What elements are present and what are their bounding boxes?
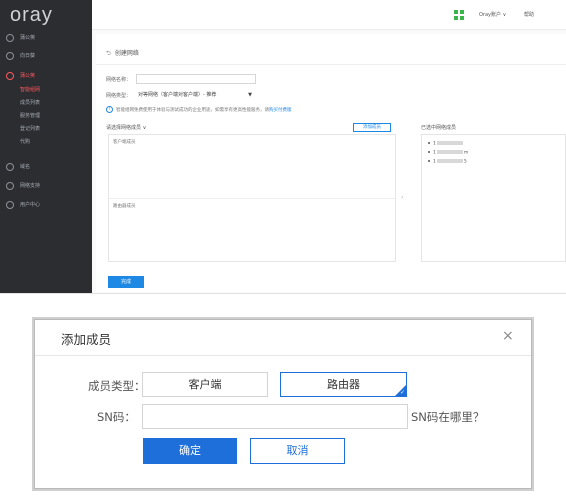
transfer-arrow-icon[interactable]: ›	[401, 194, 403, 201]
back-arrow-icon: ⮌	[106, 50, 111, 57]
redacted-text	[436, 159, 463, 163]
item-suffix: 5	[463, 159, 467, 165]
add-member-button[interactable]: 添加成员	[353, 123, 391, 132]
support-icon	[6, 182, 14, 190]
gear-icon	[6, 34, 14, 42]
sidebar-item-user-center[interactable]: 用户中心	[0, 197, 92, 213]
sidebar-item-pgy[interactable]: 蒲公英	[0, 30, 92, 46]
item-prefix: 1	[433, 150, 436, 156]
sidebar-item-label: 蒲公英	[20, 35, 36, 41]
page-title: 创建网络	[114, 50, 139, 57]
redacted-text	[436, 141, 463, 145]
check-icon: ✓	[399, 389, 405, 396]
item-prefix: 1	[433, 159, 436, 165]
sidebar-subitem-purchase[interactable]: 代购	[0, 136, 92, 148]
member-type-label: 成员类型：	[88, 379, 146, 393]
top-bar: Oray账户 ∨ 帮助	[92, 0, 566, 30]
sidebar-subitem-register[interactable]: 登记列表	[0, 123, 92, 135]
redacted-text	[436, 150, 463, 154]
sidebar-item-label: 网络支持	[20, 183, 41, 189]
settings-icon	[6, 52, 14, 60]
oray-logo[interactable]: oray	[10, 4, 53, 27]
divider	[109, 198, 395, 199]
sidebar-item-label: 用户中心	[20, 202, 41, 208]
create-network-panel: ⮌ 创建网络 网络名称： 网络类型： 对等网络（客户端对客户端）- 推荐 ▼ ! …	[96, 34, 566, 292]
sn-code-help-link[interactable]: SN码在哪里？	[411, 409, 484, 425]
selected-members-box: 1 1m 15	[421, 134, 566, 262]
divider	[35, 355, 531, 356]
domain-icon	[6, 163, 14, 171]
caret-down-icon: ▼	[248, 92, 252, 98]
sidebar-item-xrk[interactable]: 向日葵	[0, 48, 92, 64]
help-link[interactable]: 帮助	[524, 11, 534, 18]
sidebar-item-support[interactable]: 网络支持	[0, 178, 92, 194]
sn-code-input[interactable]	[142, 404, 408, 429]
purchase-link[interactable]: 购买付费版	[269, 108, 292, 113]
sidebar-subitem-service[interactable]: 服务管理	[0, 110, 92, 122]
router-option-button[interactable]: 路由器 ✓	[280, 372, 407, 397]
sidebar-item-label: 域名	[20, 164, 31, 170]
info-message: 智能组网免费使用于体验与测试成功的企业用途，如需享有更高性能服务，请	[116, 108, 269, 113]
available-members-box: 客户端成员 路由器成员	[108, 134, 396, 262]
network-type-value: 对等网络（客户端对客户端）- 推荐	[138, 92, 217, 98]
confirm-button[interactable]: 确定	[143, 438, 237, 464]
router-members-label: 路由器成员	[113, 204, 136, 209]
main-content: ⮌ 创建网络 网络名称： 网络类型： 对等网络（客户端对客户端）- 推荐 ▼ ! …	[92, 30, 566, 293]
back-breadcrumb[interactable]: ⮌ 创建网络	[106, 48, 139, 59]
sn-code-label: SN码：	[97, 410, 136, 424]
info-icon: !	[106, 106, 113, 113]
user-account-menu[interactable]: Oray账户 ∨	[479, 11, 506, 18]
sidebar-subitem-member-list[interactable]: 成员列表	[0, 97, 92, 109]
info-text: 智能组网免费使用于体验与测试成功的企业用途，如需享有更高性能服务，请购买付费版	[116, 107, 292, 113]
client-option-button[interactable]: 客户端	[142, 372, 268, 397]
sidebar-item-label: 向日葵	[20, 53, 36, 59]
user-icon	[6, 201, 14, 209]
list-item[interactable]: 1	[428, 141, 464, 147]
select-members-dropdown[interactable]: 请选择网络成员 ∨	[106, 124, 146, 131]
network-name-input[interactable]	[136, 74, 256, 84]
item-prefix: 1	[433, 141, 436, 147]
item-suffix: m	[463, 150, 469, 156]
divider	[96, 64, 566, 65]
list-item[interactable]: 1m	[428, 150, 468, 156]
sidebar-item-pgy-active[interactable]: 蒲公英	[0, 68, 92, 84]
network-type-select[interactable]: 对等网络（客户端对客户端）- 推荐 ▼	[136, 90, 254, 100]
close-icon[interactable]: ×	[502, 328, 514, 344]
selected-members-title: 已选中网络成员	[421, 125, 457, 131]
sidebar: oray 蒲公英 向日葵 蒲公英 智能组网 成员列表 服务管理 登记列表 代购 …	[0, 0, 92, 293]
sidebar-item-label: 蒲公英	[20, 73, 36, 79]
globe-icon	[6, 72, 14, 80]
network-name-label: 网络名称：	[106, 77, 132, 83]
cancel-button[interactable]: 取消	[250, 438, 345, 464]
client-members-label: 客户端成员	[113, 140, 136, 145]
network-type-label: 网络类型：	[106, 93, 132, 99]
list-item[interactable]: 15	[428, 159, 467, 165]
router-option-label: 路由器	[327, 378, 360, 391]
dialog-title: 添加成员	[61, 332, 112, 347]
finish-button[interactable]: 完成	[108, 276, 144, 288]
add-member-dialog: 添加成员 × 成员类型： 客户端 路由器 ✓ SN码： SN码在哪里？ 确定 取…	[34, 319, 532, 489]
app-screenshot: oray 蒲公英 向日葵 蒲公英 智能组网 成员列表 服务管理 登记列表 代购 …	[0, 0, 566, 294]
apps-grid-icon[interactable]	[454, 10, 464, 20]
sidebar-item-domain[interactable]: 域名	[0, 159, 92, 175]
sidebar-subitem-smart-network[interactable]: 智能组网	[0, 84, 92, 96]
